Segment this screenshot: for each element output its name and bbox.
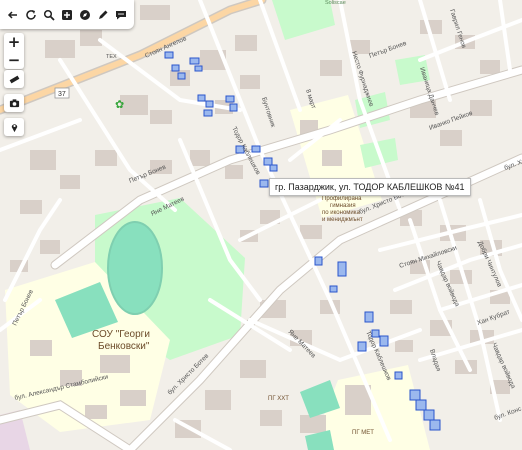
ruler-icon[interactable]: [4, 70, 24, 88]
label-gimnazia-3: по икономика: [322, 210, 361, 216]
add-icon[interactable]: [58, 4, 76, 26]
zoom-controls: + −: [4, 33, 24, 69]
pin-tool: [4, 118, 24, 136]
back-icon[interactable]: [4, 4, 22, 26]
address-tooltip: гр. Пазарджик, ул. ТОДОР КАБЛЕШКОВ №41: [269, 178, 471, 196]
camera-tool: [4, 94, 24, 112]
refresh-icon[interactable]: [22, 4, 40, 26]
label-tech: ТЕХ: [106, 54, 117, 60]
map-toolbar: [0, 0, 134, 29]
zoom-in-button[interactable]: +: [4, 33, 24, 51]
ruler-tool: [4, 70, 24, 88]
edit-icon[interactable]: [94, 4, 112, 26]
camera-icon[interactable]: [4, 94, 24, 112]
label-school-name-1: СОУ "Георги: [92, 329, 150, 340]
comment-icon[interactable]: [112, 4, 130, 26]
city-map[interactable]: ✿ 37 Стоян Ангелов Soliscae Петър Бонев …: [0, 0, 522, 450]
label-pg-met: ПГ МЕТ: [352, 430, 374, 436]
label-school-top: Soliscae: [325, 0, 346, 6]
label-pg-hht: ПГ ХХТ: [268, 396, 289, 402]
stadium-track: [107, 221, 163, 315]
label-school-name-2: Бенковски": [98, 341, 150, 352]
park-marker-icon: ✿: [115, 99, 124, 111]
label-gimnazia-4: и мениджмънт: [322, 217, 363, 223]
pin-icon[interactable]: [4, 118, 24, 136]
compass-icon[interactable]: [76, 4, 94, 26]
label-gimnazia-1: Профилирана: [322, 196, 362, 202]
zoom-out-button[interactable]: −: [4, 51, 24, 69]
road-shield-number: 37: [58, 91, 66, 98]
search-icon[interactable]: [40, 4, 58, 26]
label-gimnazia-2: гимназия: [330, 203, 356, 209]
